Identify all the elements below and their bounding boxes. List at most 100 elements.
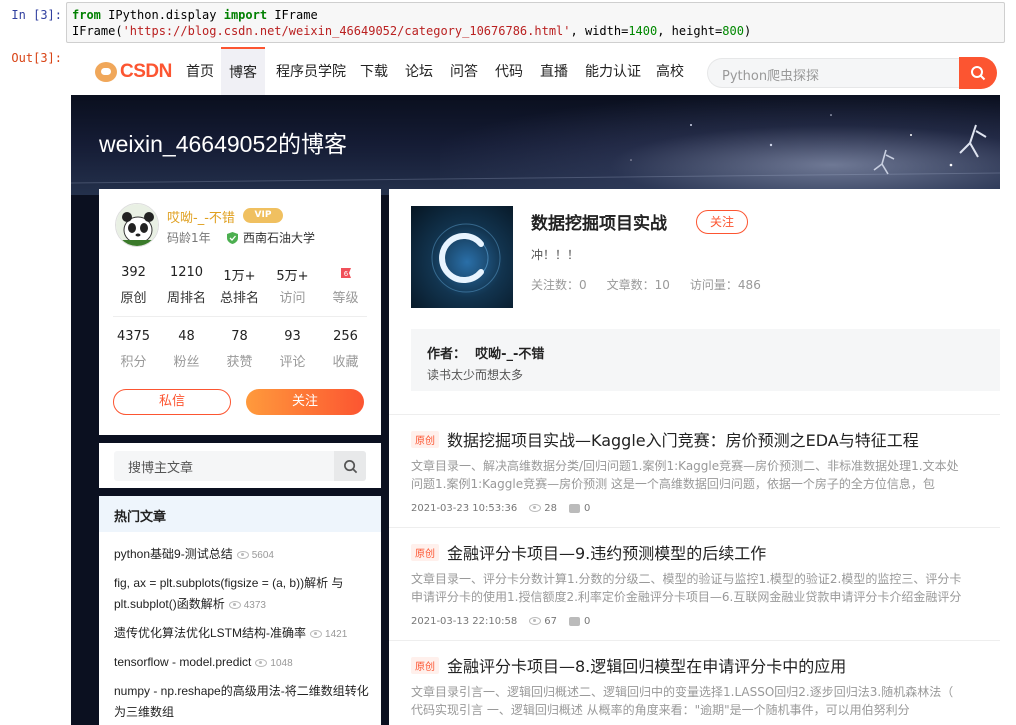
category-article-count: 文章数：10 (606, 278, 670, 292)
comment-icon (568, 503, 580, 513)
eye-icon (310, 630, 323, 639)
private-message-button[interactable]: 私信 (113, 389, 231, 415)
hot-article-item[interactable]: python基础9-测试总结 5604 (114, 544, 369, 566)
author-signature: 读书太少而想太多 (427, 368, 524, 382)
article-item[interactable]: 原创 数据挖掘项目实战—Kaggle入门竞赛：房价预测之EDA与特征工程 文章目录… (389, 414, 1000, 514)
iframe-output: CSDN 首页 博客 程序员学院 下载 论坛 问答 代码 直播 能力认证 高校 … (71, 47, 1000, 725)
hot-article-item[interactable]: tensorflow - model.predict 1048 (114, 652, 369, 674)
stat-value: 256 (333, 329, 358, 344)
original-tag: 原创 (411, 430, 439, 448)
stat-label: 粉丝 (173, 355, 200, 370)
stat-comments[interactable]: 93 评论 (266, 329, 319, 370)
input-prompt: In [3]: (11, 8, 62, 22)
view-count: 5604 (236, 550, 274, 561)
avatar[interactable] (115, 203, 159, 247)
article-date: 2021-03-23 10:53:36 (411, 503, 518, 514)
nav-item-blog[interactable]: 博客 (221, 47, 265, 95)
hot-article-item[interactable]: 遗传优化算法优化LSTM结构-准确率 1421 (114, 623, 369, 645)
view-count: 1048 (255, 658, 293, 669)
article-title[interactable]: 金融评分卡项目—9.违约预测模型的后续工作 (447, 540, 766, 564)
nav-item-certification[interactable]: 能力认证 (585, 47, 641, 95)
stats-row-1: 392 原创 1210 周排名 1万+ 总排名 5万+ 访问 6 等级 (107, 265, 373, 306)
comment-icon (568, 616, 580, 626)
code-arg-height: , height= (657, 24, 723, 38)
hot-articles-list: python基础9-测试总结 5604 fig, ax = plt.subplot… (114, 544, 369, 725)
stat-value: 4375 (116, 329, 151, 344)
author-name[interactable]: 哎呦-_-不错 (475, 347, 544, 362)
code-arg-width: , width= (570, 24, 629, 38)
article-meta: 2021-03-13 22:10:58 67 0 (411, 616, 978, 627)
stats-row-2: 4375 积分 48 粉丝 78 获赞 93 评论 256 收藏 (107, 329, 373, 370)
article-title[interactable]: 数据挖掘项目实战—Kaggle入门竞赛：房价预测之EDA与特征工程 (447, 427, 919, 451)
nav-item-code[interactable]: 代码 (495, 47, 523, 95)
logo-text: CSDN (120, 61, 172, 82)
follow-button[interactable]: 关注 (246, 389, 364, 415)
view-count-value: 4373 (243, 600, 266, 611)
csdn-logo-icon (95, 62, 117, 82)
stat-label: 积分 (120, 355, 147, 370)
article-item[interactable]: 原创 金融评分卡项目—9.违约预测模型的后续工作 文章目录一、评分卡分数计算1.分… (389, 527, 1000, 627)
hot-article-title: tensorflow - model.predict (114, 655, 252, 669)
nav-item-download[interactable]: 下载 (360, 47, 388, 95)
view-count: 4373 (228, 600, 266, 611)
stat-level[interactable]: 6 等级 (319, 265, 372, 306)
code-keyword-from: from (72, 8, 101, 22)
nav-item-academy[interactable]: 程序员学院 (276, 47, 346, 95)
stat-value: 392 (121, 265, 146, 280)
profile-card: 哎呦-_-不错 VIP 码龄1年 西南石油大学 392 原创 1210 周排名 1万… (99, 189, 381, 435)
stat-favorites[interactable]: 256 收藏 (319, 329, 372, 370)
hot-articles-heading: 热门文章 (99, 496, 381, 532)
article-title[interactable]: 金融评分卡项目—8.逻辑回归模型在申请评分卡中的应用 (447, 653, 846, 677)
nav-item-campus[interactable]: 高校 (656, 47, 684, 95)
stat-value: 93 (284, 329, 301, 344)
code-height-value: 800 (722, 24, 744, 38)
school-info: 西南石油大学 (227, 229, 315, 246)
article-comments: 0 (568, 503, 590, 514)
code-call: IFrame( (72, 24, 123, 38)
hot-article-item[interactable]: fig, ax = plt.subplots(figsize = (a, b))… (114, 573, 369, 616)
stat-value: 1210 (169, 265, 204, 280)
article-summary: 文章目录一、解决高维数据分类/回归问题1.案例1:Kaggle竞赛—房价预测二、… (411, 459, 959, 491)
panda-avatar-icon (116, 204, 158, 246)
original-tag: 原创 (411, 656, 439, 674)
stat-likes[interactable]: 78 获赞 (213, 329, 266, 370)
category-followers: 关注数：0 (531, 278, 587, 292)
username[interactable]: 哎呦-_-不错 (167, 207, 235, 226)
code-width-value: 1400 (628, 24, 658, 38)
nav-item-home[interactable]: 首页 (186, 47, 214, 95)
view-count-value: 1048 (270, 658, 293, 669)
stat-label: 获赞 (226, 355, 253, 370)
sidebar-search-card: 搜博主文章 (99, 443, 381, 488)
hot-article-item[interactable]: numpy - np.reshape的高级用法-将二维数组转化为三维数组 (114, 681, 369, 723)
stat-points[interactable]: 4375 积分 (107, 329, 160, 370)
stat-fans[interactable]: 48 粉丝 (160, 329, 213, 370)
hot-articles-card: 热门文章 python基础9-测试总结 5604 fig, ax = plt.su… (99, 496, 381, 725)
top-search-input[interactable]: Python爬虫探探 (707, 58, 959, 88)
view-count-value: 1421 (325, 629, 348, 640)
eye-icon (529, 617, 542, 625)
nav-item-live[interactable]: 直播 (540, 47, 568, 95)
category-description: 冲！！！ (531, 248, 580, 262)
vip-badge: VIP (243, 208, 283, 223)
stat-visits[interactable]: 5万+ 访问 (266, 265, 319, 306)
article-item[interactable]: 原创 金融评分卡项目—8.逻辑回归模型在申请评分卡中的应用 文章目录引言一、逻辑回… (389, 640, 1000, 719)
stat-label: 等级 (332, 291, 359, 306)
top-search-button[interactable] (959, 57, 997, 89)
nav-item-qa[interactable]: 问答 (450, 47, 478, 95)
eye-icon (228, 601, 241, 610)
search-icon (343, 459, 357, 473)
stat-weekly-rank[interactable]: 1210 周排名 (160, 265, 213, 306)
author-label: 作者： (427, 347, 467, 362)
stat-label: 收藏 (332, 355, 359, 370)
csdn-logo[interactable]: CSDN (95, 61, 172, 83)
view-count-value: 5604 (251, 550, 274, 561)
code-cell[interactable]: from IPython.display import IFrame IFram… (66, 2, 1005, 43)
article-summary: 文章目录一、评分卡分数计算1.分数的分级二、模型的验证与监控1.模型的验证2.模… (411, 572, 962, 604)
sidebar-search-input[interactable]: 搜博主文章 (114, 451, 366, 481)
stat-original[interactable]: 392 原创 (107, 265, 160, 306)
stat-total-rank[interactable]: 1万+ 总排名 (213, 265, 266, 306)
nav-item-forum[interactable]: 论坛 (405, 47, 433, 95)
category-follow-button[interactable]: 关注 (696, 210, 748, 234)
sidebar-search-button[interactable] (334, 451, 366, 481)
stat-value: 78 (231, 329, 248, 344)
